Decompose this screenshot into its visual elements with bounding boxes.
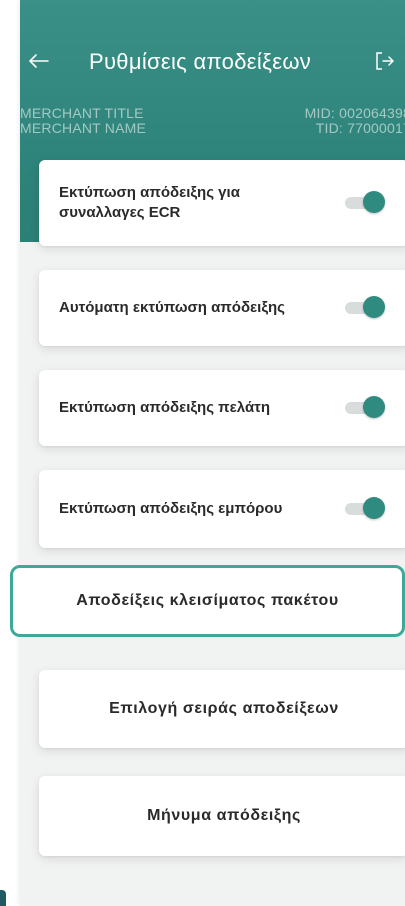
toggle-thumb [363, 296, 385, 318]
setting-auto-print[interactable]: Αυτόματη εκτύπωση απόδειξης [39, 270, 405, 346]
toggle-switch[interactable] [345, 191, 385, 213]
merchant-title: MERCHANT TITLE [20, 105, 144, 121]
setting-label: Εκτύπωση απόδειξης για συναλλαγες ECR [59, 184, 240, 221]
action-label: Αποδείξεις κλεισίματος πακέτου [76, 592, 339, 609]
setting-label: Εκτύπωση απόδειξης πελάτη [59, 399, 271, 416]
app-screen: Ρυθμίσεις αποδείξεων MERCHANT TITLE MERC… [20, 0, 405, 906]
merchant-labels: MERCHANT TITLE MERCHANT NAME [20, 106, 146, 136]
setting-ecr-receipt[interactable]: Εκτύπωση απόδειξης για συναλλαγες ECR [39, 160, 405, 246]
setting-label: Εκτύπωση απόδειξης εμπόρου [59, 500, 283, 517]
page-title: Ρυθμίσεις αποδείξεων [89, 49, 312, 74]
terminal-id: TID: 77000017 [315, 120, 405, 136]
receipt-order-button[interactable]: Επιλογή σειράς αποδείξεων [39, 670, 405, 748]
toggle-switch[interactable] [345, 296, 385, 318]
receipt-message-button[interactable]: Μήνυμα απόδειξης [39, 776, 405, 856]
merchant-name: MERCHANT NAME [20, 120, 147, 136]
logout-icon[interactable] [371, 48, 397, 74]
batch-close-receipts-button[interactable]: Αποδείξεις κλεισίματος πακέτου [10, 565, 405, 637]
setting-customer-receipt[interactable]: Εκτύπωση απόδειξης πελάτη [39, 370, 405, 446]
merchant-id: MID: 002064398 [304, 105, 405, 121]
toggle-thumb [363, 191, 385, 213]
toggle-thumb [363, 396, 385, 418]
top-bar: Ρυθμίσεις αποδείξεων [20, 42, 405, 82]
toggle-switch[interactable] [345, 396, 385, 418]
terminal-ids: MID: 002064398 TID: 77000017 [305, 106, 405, 136]
toggle-thumb [363, 497, 385, 519]
toggle-switch[interactable] [345, 497, 385, 519]
setting-merchant-receipt[interactable]: Εκτύπωση απόδειξης εμπόρου [39, 470, 405, 548]
arrow-left-icon[interactable] [26, 48, 52, 74]
setting-label: Αυτόματη εκτύπωση απόδειξης [59, 299, 285, 316]
action-label: Επιλογή σειράς αποδείξεων [109, 700, 339, 717]
action-label: Μήνυμα απόδειξης [147, 807, 301, 824]
background-strip [0, 0, 20, 906]
corner-marker [0, 890, 6, 906]
